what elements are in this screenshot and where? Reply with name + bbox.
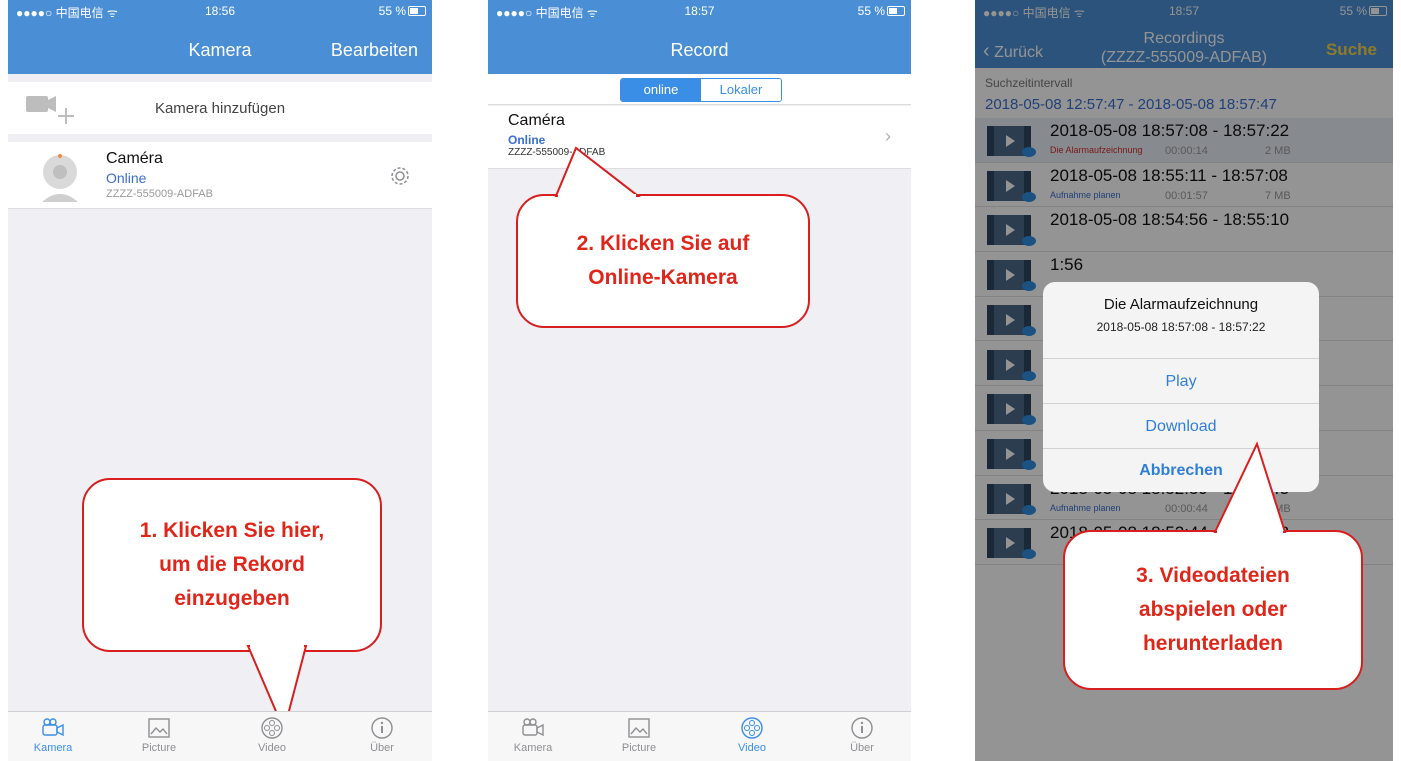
callout-3-pointer bbox=[1213, 441, 1287, 534]
info-icon bbox=[851, 717, 873, 739]
tab-video-label: Video bbox=[738, 742, 766, 754]
picture-tab-icon bbox=[148, 718, 170, 738]
tab-info-label: Über bbox=[850, 742, 874, 754]
tab-info-label: Über bbox=[370, 742, 394, 754]
video-reel-icon bbox=[261, 717, 283, 739]
tab-kamera-label: Kamera bbox=[33, 742, 73, 754]
tab-info[interactable]: Über bbox=[827, 716, 897, 754]
tab-video[interactable]: Video bbox=[717, 716, 787, 754]
tab-video[interactable]: Video bbox=[237, 716, 307, 754]
tab-kamera-label: Kamera bbox=[513, 742, 553, 754]
tab-picture[interactable]: Picture bbox=[124, 716, 194, 754]
callout-1-pointer bbox=[246, 644, 308, 734]
tab-picture[interactable]: Picture bbox=[604, 716, 674, 754]
tab-bar: Kamera Picture Video Über bbox=[8, 711, 432, 761]
tab-bar: Kamera Picture Video Über bbox=[488, 711, 911, 761]
phone-screen-record: ●●●●○ 中国电信 ᯤ 18:57 55 % Record online Lo… bbox=[488, 0, 911, 761]
tab-video-label: Video bbox=[258, 742, 286, 754]
tab-picture-label: Picture bbox=[621, 742, 657, 754]
info-icon bbox=[371, 717, 393, 739]
video-reel-icon bbox=[741, 717, 763, 739]
callout-2-pointer bbox=[554, 146, 641, 198]
phone-screen-recordings: ●●●●○ 中国电信 ᯤ 18:57 55 % ‹ Zurück Recordi… bbox=[975, 0, 1393, 761]
camera-tab-icon bbox=[522, 718, 544, 737]
tab-picture-label: Picture bbox=[141, 742, 177, 754]
phone-screen-camera-list: ●●●●○ 中国电信 ᯤ 18:56 55 % Kamera Bearbeite… bbox=[8, 0, 432, 761]
tab-kamera[interactable]: Kamera bbox=[18, 716, 88, 754]
camera-tab-icon bbox=[42, 718, 64, 737]
tab-kamera[interactable]: Kamera bbox=[498, 716, 568, 754]
picture-tab-icon bbox=[628, 718, 650, 738]
tab-info[interactable]: Über bbox=[347, 716, 417, 754]
